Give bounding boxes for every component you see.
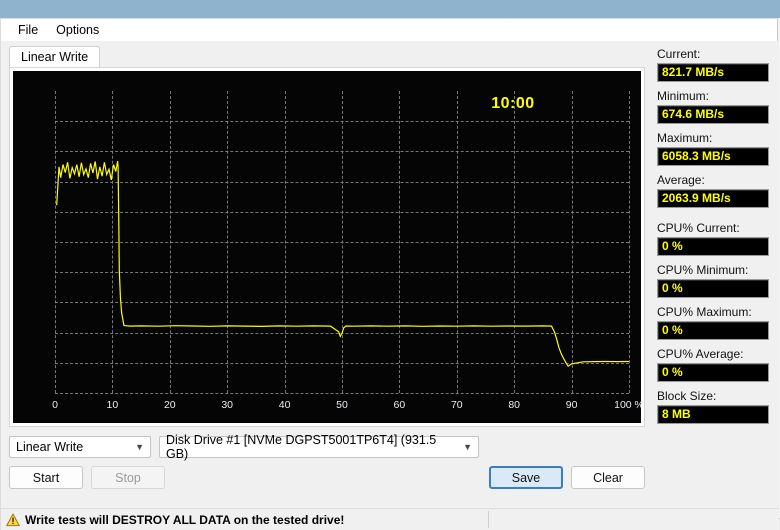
chart-x-tick-label: 40 (278, 399, 291, 411)
chart-panel: MB/s078815762364315239404728551663047092… (9, 67, 645, 427)
stat-current-label: Current: (657, 47, 701, 61)
stat-current-value: 821.7 MB/s (657, 63, 769, 82)
status-warning-text: Write tests will DESTROY ALL DATA on the… (25, 512, 345, 527)
status-bar: Write tests will DESTROY ALL DATA on the… (1, 508, 779, 530)
menu-options[interactable]: Options (47, 21, 108, 39)
test-mode-value: Linear Write (16, 440, 84, 454)
stat-cpu-current-value: 0 % (657, 237, 769, 256)
button-row: Start Stop Save Clear (9, 466, 645, 489)
chart-x-tick-label: 60 (393, 399, 406, 411)
stat-cpu-minimum-value: 0 % (657, 279, 769, 298)
stat-cpu-average: CPU% Average: 0 % (657, 347, 779, 382)
app-window: File Options Linear Write MB/s0788157623… (0, 18, 779, 530)
window-content: Linear Write MB/s07881576236431523940472… (1, 41, 779, 530)
stat-cpu-current: CPU% Current: 0 % (657, 221, 779, 256)
stat-average-label: Average: (657, 173, 705, 187)
selector-row: Linear Write ▼ Disk Drive #1 [NVMe DGPST… (9, 433, 645, 461)
left-pane: Linear Write MB/s07881576236431523940472… (1, 41, 653, 530)
tab-linear-write[interactable]: Linear Write (9, 46, 101, 67)
chart-x-tick-label: 90 (565, 399, 578, 411)
stat-block-size-value: 8 MB (657, 405, 769, 424)
status-bar-separator (488, 511, 489, 528)
chart-x-tick-label: 30 (221, 399, 234, 411)
chart-series-linear-write (56, 160, 630, 368)
chevron-down-icon: ▼ (135, 442, 144, 452)
stat-cpu-maximum: CPU% Maximum: 0 % (657, 305, 779, 340)
stat-average-value: 2063.9 MB/s (657, 189, 769, 208)
throughput-chart[interactable]: MB/s078815762364315239404728551663047092… (13, 71, 641, 423)
menu-file[interactable]: File (9, 21, 47, 39)
start-button[interactable]: Start (9, 466, 83, 489)
stat-minimum-label: Minimum: (657, 89, 710, 103)
controls-area: Linear Write ▼ Disk Drive #1 [NVMe DGPST… (9, 433, 645, 489)
test-mode-select[interactable]: Linear Write ▼ (9, 436, 151, 458)
stat-block-size: Block Size: 8 MB (657, 389, 779, 424)
chart-y-axis-labels: MB/s078815762364315239404728551663047092 (13, 71, 53, 423)
stop-button: Stop (91, 466, 165, 489)
stat-minimum: Minimum: 674.6 MB/s (657, 89, 779, 124)
stat-maximum-value: 6058.3 MB/s (657, 147, 769, 166)
menu-bar: File Options (1, 19, 777, 41)
chart-x-tick-label: 20 (163, 399, 176, 411)
chart-x-tick-label: 0 (52, 399, 58, 411)
stat-cpu-minimum: CPU% Minimum: 0 % (657, 263, 779, 298)
warning-triangle-icon (6, 513, 20, 526)
tab-strip: Linear Write (9, 45, 653, 67)
drive-value: Disk Drive #1 [NVMe DGPST5001TP6T4] (931… (166, 433, 437, 461)
stat-maximum-label: Maximum: (657, 131, 713, 145)
stat-cpu-average-label: CPU% Average: (657, 347, 744, 361)
stat-cpu-maximum-label: CPU% Maximum: (657, 305, 752, 319)
stat-cpu-maximum-value: 0 % (657, 321, 769, 340)
stat-average: Average: 2063.9 MB/s (657, 173, 779, 208)
statistics-pane: Current: 821.7 MB/s Minimum: 674.6 MB/s Maxi… (653, 41, 779, 530)
chart-x-axis-labels: 0 10 20 30 40 50 60 70 80 90 100 % (13, 399, 641, 413)
stat-maximum: Maximum: 6058.3 MB/s (657, 131, 779, 166)
chart-x-tick-label: 10 (106, 399, 119, 411)
stat-minimum-value: 674.6 MB/s (657, 105, 769, 124)
chart-x-tick-label: 70 (450, 399, 463, 411)
clear-button[interactable]: Clear (571, 466, 645, 489)
chart-plot-line (56, 160, 630, 368)
stat-cpu-average-value: 0 % (657, 363, 769, 382)
chart-x-tick-label: 100 % (614, 399, 641, 411)
stat-cpu-minimum-label: CPU% Minimum: (657, 263, 749, 277)
drive-select[interactable]: Disk Drive #1 [NVMe DGPST5001TP6T4] (931… (159, 433, 479, 461)
stat-cpu-current-label: CPU% Current: (657, 221, 740, 235)
chevron-down-icon: ▼ (463, 442, 472, 452)
chart-x-tick-label: 80 (508, 399, 521, 411)
stat-current: Current: 821.7 MB/s (657, 47, 779, 82)
stat-block-size-label: Block Size: (657, 389, 717, 403)
chart-x-tick-label: 50 (336, 399, 348, 411)
save-button[interactable]: Save (489, 466, 563, 489)
elapsed-timer: 10:00 (491, 95, 535, 112)
